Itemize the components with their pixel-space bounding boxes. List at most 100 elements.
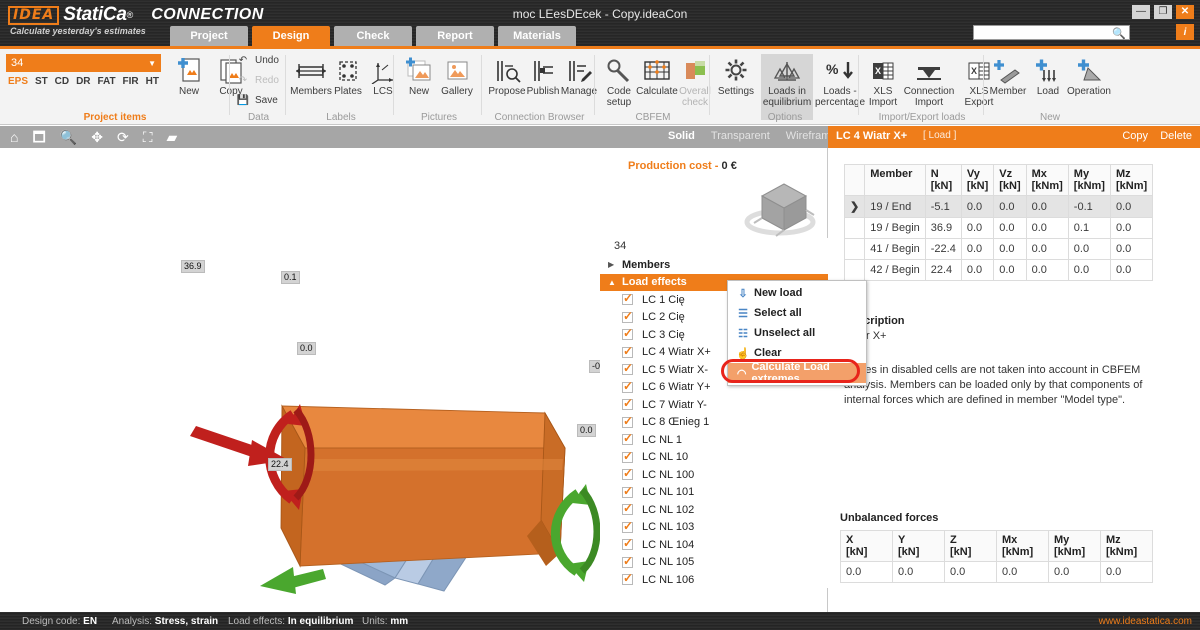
menu-item-calculate-load-extremes[interactable]: ◠Calculate Load extremes <box>728 363 866 383</box>
zoom-icon[interactable]: 🔍 <box>60 128 77 146</box>
connection-import-button[interactable]: ConnectionImport <box>900 54 958 108</box>
table-row[interactable]: 41 / Begin-22.40.00.00.00.00.0 <box>845 239 1153 260</box>
view-style-icon[interactable]: ▰ <box>167 128 178 146</box>
list-item[interactable]: LC NL 101 <box>600 484 828 502</box>
project-item-selector[interactable]: 34 ▼ <box>6 54 161 72</box>
render-mode-transparent[interactable]: Transparent <box>711 130 770 142</box>
menu-item-select-all[interactable]: ☰Select all <box>728 303 866 323</box>
checkbox-checked-icon[interactable] <box>622 557 633 568</box>
tab-project[interactable]: Project <box>170 26 248 46</box>
checkbox-checked-icon[interactable] <box>622 434 633 445</box>
checkbox-checked-icon[interactable] <box>622 399 633 410</box>
website-link[interactable]: www.ideastatica.com <box>1099 616 1192 627</box>
checkbox-checked-icon[interactable] <box>622 487 633 498</box>
project-type-eps[interactable]: EPS <box>8 76 28 87</box>
list-item[interactable]: LC 7 Wiatr Y- <box>600 396 828 414</box>
home-icon[interactable]: ⌂ <box>10 128 18 146</box>
checkbox-checked-icon[interactable] <box>622 539 633 550</box>
fit-icon[interactable]: ⛶ <box>143 128 153 146</box>
new-picture-icon <box>405 54 433 84</box>
column-unit: [kNm] <box>1032 180 1063 192</box>
list-item[interactable]: LC NL 106 <box>600 571 828 588</box>
list-item[interactable]: LC NL 102 <box>600 501 828 519</box>
checkbox-checked-icon[interactable] <box>622 329 633 340</box>
list-item[interactable]: LC NL 10 <box>600 449 828 467</box>
cell-vy: 0.0 <box>961 260 993 281</box>
checkbox-checked-icon[interactable] <box>622 364 633 375</box>
picture-gallery-button[interactable]: Gallery <box>434 54 480 97</box>
navigation-cube[interactable] <box>740 170 820 240</box>
tab-report[interactable]: Report <box>416 26 494 46</box>
checkbox-checked-icon[interactable] <box>622 504 633 515</box>
load-case-label: LC NL 103 <box>642 521 694 533</box>
project-type-st[interactable]: ST <box>35 76 48 87</box>
info-icon[interactable]: i <box>1176 24 1194 40</box>
save-button[interactable]: 💾 Save <box>235 95 278 106</box>
checkbox-checked-icon[interactable] <box>622 522 633 533</box>
tree-node-members[interactable]: ▶Members <box>600 256 828 274</box>
status-design-code-label: Design code: <box>22 616 80 627</box>
list-item[interactable]: LC 8 Œnieg 1 <box>600 414 828 432</box>
table-row[interactable]: ❯19 / End-5.10.00.00.0-0.10.0 <box>845 196 1153 218</box>
column-unit: [kN] <box>999 180 1020 192</box>
load-case-label: LC 1 Cię <box>642 294 685 306</box>
render-mode-solid[interactable]: Solid <box>668 130 695 142</box>
maximize-icon[interactable]: ❐ <box>1154 5 1172 19</box>
unbalanced-forces-title: Unbalanced forces <box>840 512 1153 524</box>
checkbox-checked-icon[interactable] <box>622 347 633 358</box>
project-type-fir[interactable]: FIR <box>123 76 139 87</box>
copy-load-button[interactable]: Copy <box>1122 130 1148 142</box>
project-type-cd[interactable]: CD <box>55 76 69 87</box>
project-type-ht[interactable]: HT <box>146 76 159 87</box>
redo-button[interactable]: ↷ Redo <box>235 75 279 86</box>
loads-in-equilibrium-button[interactable]: Loads inequilibrium <box>761 54 813 120</box>
search-input[interactable] <box>974 26 1104 39</box>
menu-item-clear[interactable]: ☝Clear <box>728 343 866 363</box>
undo-icon: ↶ <box>235 55 251 66</box>
list-item[interactable]: LC NL 1 <box>600 431 828 449</box>
minimize-icon[interactable]: — <box>1132 5 1150 19</box>
menu-item-new-load[interactable]: ⇩New load <box>728 283 866 303</box>
delete-load-button[interactable]: Delete <box>1160 130 1192 142</box>
new-operation-button[interactable]: Operation <box>1063 54 1115 97</box>
list-item[interactable]: LC NL 105 <box>600 554 828 572</box>
pan-icon[interactable]: ✥ <box>91 128 103 146</box>
checkbox-checked-icon[interactable] <box>622 452 633 463</box>
table-row[interactable]: 42 / Begin22.40.00.00.00.00.0 <box>845 260 1153 281</box>
checkbox-checked-icon[interactable] <box>622 469 633 480</box>
column-name: N <box>931 168 939 180</box>
redo-label: Redo <box>255 75 279 86</box>
checkbox-checked-icon[interactable] <box>622 417 633 428</box>
tab-design[interactable]: Design <box>252 26 330 46</box>
chevron-up-icon[interactable]: ▲ <box>608 278 622 287</box>
column-name: Z <box>950 534 957 546</box>
project-type-dr[interactable]: DR <box>76 76 90 87</box>
ribbon-group-title-connection-browser: Connection Browser <box>484 112 595 123</box>
cell-mx: 0.0 <box>1026 260 1068 281</box>
new-item-button[interactable]: New <box>166 54 212 97</box>
rotate-icon[interactable]: ⟳ <box>117 128 129 146</box>
cell-mz: 0.0 <box>1110 239 1152 260</box>
settings-button[interactable]: Settings <box>711 54 761 97</box>
tab-check[interactable]: Check <box>334 26 412 46</box>
checkbox-checked-icon[interactable] <box>622 574 633 585</box>
menu-item-unselect-all[interactable]: ☷Unselect all <box>728 323 866 343</box>
load-case-label: LC NL 10 <box>642 451 688 463</box>
plates-icon <box>335 54 361 84</box>
zoom-window-icon[interactable]: 🗖 <box>32 128 45 146</box>
chevron-right-icon[interactable]: ▶ <box>608 260 622 269</box>
checkbox-checked-icon[interactable] <box>622 312 633 323</box>
project-type-fat[interactable]: FAT <box>97 76 115 87</box>
search-box[interactable]: 🔍 <box>973 25 1130 40</box>
checkbox-checked-icon[interactable] <box>622 294 633 305</box>
ribbon-group-cbfem: Codesetup Calculate <box>596 49 710 125</box>
list-item[interactable]: LC NL 100 <box>600 466 828 484</box>
list-item[interactable]: LC NL 103 <box>600 519 828 537</box>
list-item[interactable]: LC NL 104 <box>600 536 828 554</box>
checkbox-checked-icon[interactable] <box>622 382 633 393</box>
column-unit: [kN] <box>898 546 919 558</box>
table-row[interactable]: 19 / Begin36.90.00.00.00.10.0 <box>845 218 1153 239</box>
undo-button[interactable]: ↶ Undo <box>235 55 279 66</box>
tab-materials[interactable]: Materials <box>498 26 576 46</box>
close-icon[interactable]: ✕ <box>1176 5 1194 19</box>
